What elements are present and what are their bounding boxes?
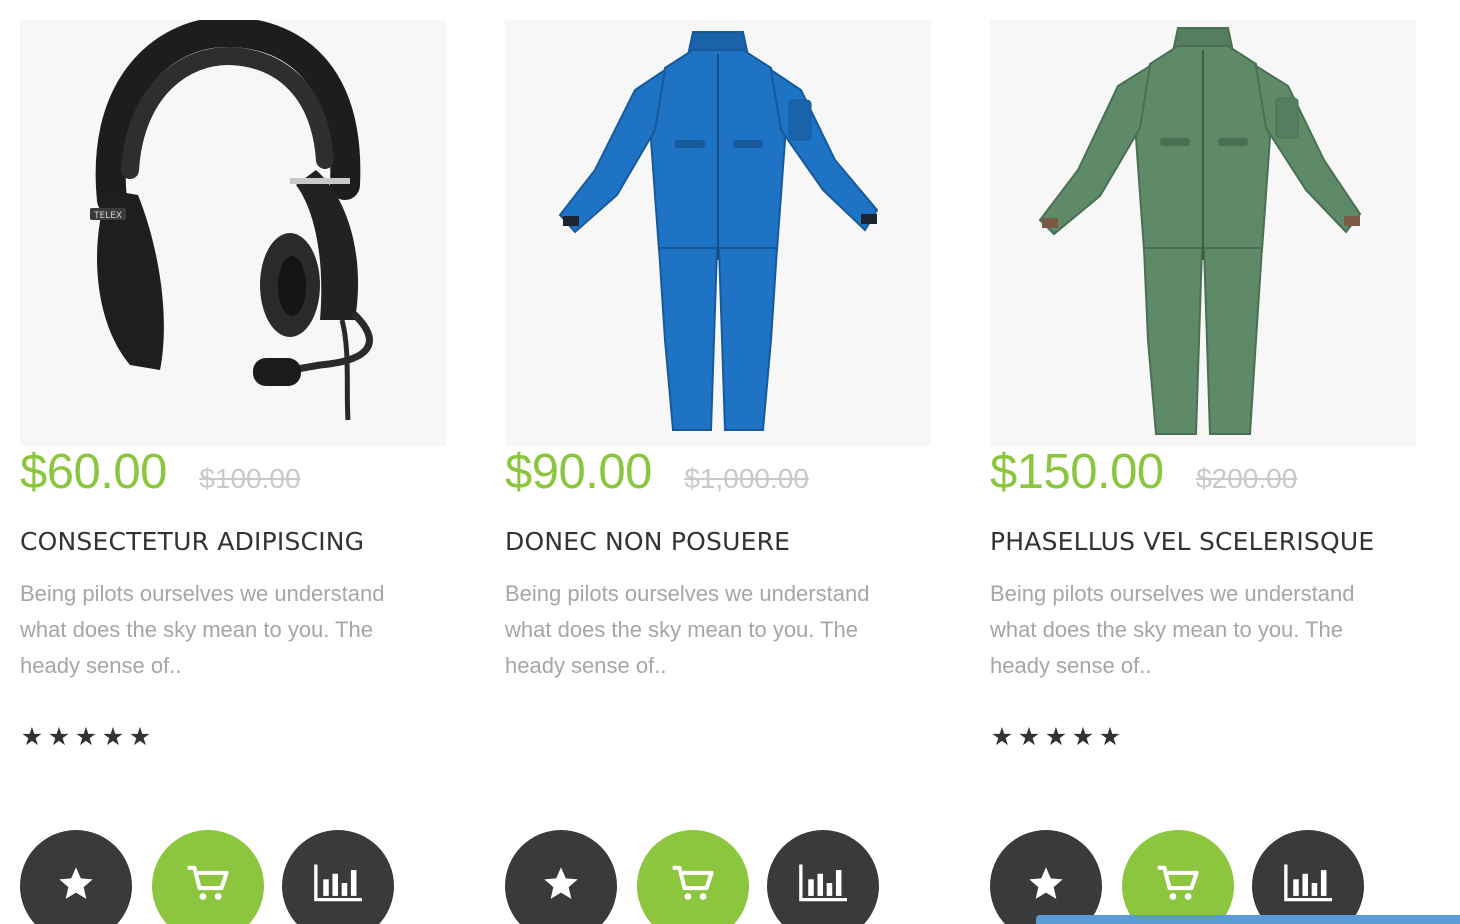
star-icon: ★	[128, 723, 152, 751]
compare-button[interactable]	[282, 830, 394, 924]
bar-chart-icon	[1284, 864, 1332, 902]
product-image[interactable]	[505, 20, 931, 446]
price-row: $150.00 $200.00	[990, 444, 1297, 504]
price: $90.00	[505, 445, 652, 499]
cart-icon	[187, 865, 229, 900]
bottom-popup-edge[interactable]	[1036, 915, 1460, 924]
old-price: $100.00	[199, 463, 301, 494]
product-title[interactable]: DONEC NON POSUERE	[505, 527, 790, 556]
cart-icon	[672, 865, 714, 900]
price: $60.00	[20, 445, 167, 499]
product-title[interactable]: CONSECTETUR ADIPISCING	[20, 527, 364, 556]
product-card: $90.00 $1,000.00 DONEC NON POSUERE Being…	[505, 20, 931, 924]
add-to-cart-button[interactable]	[1122, 830, 1234, 924]
add-to-cart-button[interactable]	[637, 830, 749, 924]
star-icon: ★	[74, 723, 98, 751]
star-icon: ★	[20, 723, 44, 751]
star-icon: ★	[1098, 723, 1122, 751]
star-icon: ★	[101, 723, 125, 751]
star-icon	[1029, 867, 1063, 899]
product-image[interactable]: TELEX	[20, 20, 446, 446]
product-actions	[505, 830, 905, 924]
price-row: $60.00 $100.00	[20, 444, 301, 504]
headset-image: TELEX	[20, 20, 446, 446]
star-icon	[544, 867, 578, 899]
add-to-wishlist-button[interactable]	[505, 830, 617, 924]
product-actions	[990, 830, 1390, 924]
bar-chart-icon	[799, 864, 847, 902]
add-to-wishlist-button[interactable]	[990, 830, 1102, 924]
product-image[interactable]	[990, 20, 1416, 446]
product-description: Being pilots ourselves we understand wha…	[505, 581, 870, 678]
star-icon: ★	[47, 723, 71, 751]
product-title[interactable]: PHASELLUS VEL SCELERISQUE	[990, 527, 1374, 556]
star-icon: ★	[1017, 723, 1041, 751]
compare-button[interactable]	[1252, 830, 1364, 924]
price: $150.00	[990, 445, 1164, 499]
svg-text:TELEX: TELEX	[93, 211, 122, 221]
star-icon: ★	[990, 723, 1014, 751]
old-price: $200.00	[1196, 463, 1298, 494]
price-row: $90.00 $1,000.00	[505, 444, 809, 504]
product-grid: TELEX $60.00 $100.00 CONSECTETUR ADIPISC…	[0, 0, 1460, 924]
product-actions	[20, 830, 420, 924]
add-to-wishlist-button[interactable]	[20, 830, 132, 924]
product-description: Being pilots ourselves we understand wha…	[990, 581, 1355, 678]
bar-chart-icon	[314, 864, 362, 902]
cart-icon	[1157, 865, 1199, 900]
blue-flight-suit-image	[505, 20, 931, 446]
rating-stars: ★ ★ ★ ★ ★	[990, 723, 1122, 751]
green-flight-suit-image	[990, 20, 1416, 446]
product-description: Being pilots ourselves we understand wha…	[20, 581, 385, 678]
rating-stars: ★ ★ ★ ★ ★	[20, 723, 152, 751]
product-card: TELEX $60.00 $100.00 CONSECTETUR ADIPISC…	[20, 20, 446, 924]
old-price: $1,000.00	[684, 463, 809, 494]
compare-button[interactable]	[767, 830, 879, 924]
product-card: $150.00 $200.00 PHASELLUS VEL SCELERISQU…	[990, 20, 1416, 924]
star-icon: ★	[1044, 723, 1068, 751]
add-to-cart-button[interactable]	[152, 830, 264, 924]
star-icon	[59, 867, 93, 899]
star-icon: ★	[1071, 723, 1095, 751]
